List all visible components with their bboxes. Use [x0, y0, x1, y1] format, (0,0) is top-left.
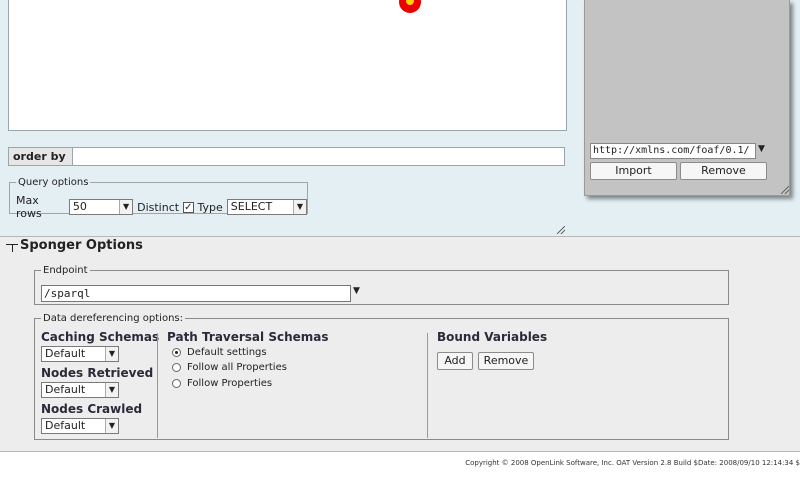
- order-by-field[interactable]: order by: [8, 147, 565, 166]
- dropdown-arrow-icon[interactable]: ▼: [758, 144, 765, 154]
- nodes-crawled-select[interactable]: Default ▼: [41, 418, 119, 434]
- path-option-label: Default settings: [187, 347, 267, 358]
- endpoint-group: Endpoint /sparql ▼: [34, 265, 729, 305]
- dropdown-arrow-icon[interactable]: ▼: [353, 286, 360, 296]
- query-editor-area: order by Query options Max rows 50 ▼ Dis…: [0, 0, 800, 236]
- resize-grip-icon[interactable]: [781, 186, 789, 194]
- type-label: Type: [197, 200, 223, 214]
- nodes-crawled-label: Nodes Crawled: [41, 402, 143, 416]
- remove-namespace-button[interactable]: Remove: [680, 162, 767, 180]
- data-dereferencing-group: Data dereferencing options: Caching Sche…: [34, 313, 729, 440]
- nodes-retrieved-value: Default: [45, 383, 86, 396]
- path-traversal-label: Path Traversal Schemas: [167, 330, 329, 344]
- resize-grip-icon[interactable]: [557, 226, 565, 234]
- nodes-retrieved-label: Nodes Retrieved: [41, 366, 154, 380]
- dropdown-arrow-icon: ▼: [105, 347, 118, 361]
- type-value: SELECT: [230, 200, 273, 213]
- sponger-options-header[interactable]: Sponger Options: [6, 238, 143, 253]
- column-divider: [157, 333, 158, 438]
- path-option-follow[interactable]: Follow Properties: [172, 378, 272, 389]
- data-dereferencing-legend: Data dereferencing options:: [43, 313, 183, 324]
- path-option-follow-all[interactable]: Follow all Properties: [172, 362, 287, 373]
- path-option-label: Follow all Properties: [187, 362, 287, 373]
- caching-schemas-value: Default: [45, 347, 86, 360]
- add-variable-button[interactable]: Add: [437, 352, 473, 370]
- namespace-input[interactable]: http://xmlns.com/foaf/0.1/: [590, 143, 756, 159]
- bound-variables-label: Bound Variables: [437, 330, 548, 344]
- path-option-default[interactable]: Default settings: [172, 347, 267, 358]
- nodes-retrieved-select[interactable]: Default ▼: [41, 382, 119, 398]
- collapse-toggle-icon[interactable]: [6, 240, 18, 252]
- import-button[interactable]: Import: [590, 162, 677, 180]
- order-by-label: order by: [9, 148, 73, 165]
- remove-variable-button[interactable]: Remove: [478, 352, 534, 370]
- max-rows-select[interactable]: 50 ▼: [68, 199, 134, 215]
- sponger-options-title: Sponger Options: [20, 238, 143, 253]
- query-options-legend: Query options: [18, 177, 89, 188]
- query-canvas[interactable]: [8, 0, 567, 131]
- distinct-label: Distinct: [137, 200, 180, 214]
- namespace-panel: http://xmlns.com/foaf/0.1/ ▼ Import Remo…: [584, 0, 790, 196]
- radio-icon[interactable]: [172, 379, 181, 388]
- type-select[interactable]: SELECT ▼: [226, 199, 307, 215]
- max-rows-label: Max rows: [16, 194, 42, 220]
- caching-schemas-label: Caching Schemas: [41, 330, 160, 344]
- dropdown-arrow-icon: ▼: [119, 200, 133, 214]
- graph-node-marker[interactable]: [399, 0, 421, 13]
- endpoint-input[interactable]: /sparql: [41, 285, 351, 302]
- dropdown-arrow-icon: ▼: [105, 383, 118, 397]
- distinct-checkbox[interactable]: ✓: [183, 201, 194, 213]
- copyright-footer: Copyright © 2008 OpenLink Software, Inc.…: [465, 459, 800, 467]
- radio-icon[interactable]: [172, 363, 181, 372]
- nodes-crawled-value: Default: [45, 419, 86, 432]
- dropdown-arrow-icon: ▼: [105, 419, 118, 433]
- endpoint-legend: Endpoint: [43, 265, 88, 276]
- caching-schemas-select[interactable]: Default ▼: [41, 346, 119, 362]
- query-options-group: Query options Max rows 50 ▼ Distinct ✓ T…: [9, 177, 308, 220]
- dropdown-arrow-icon: ▼: [292, 200, 306, 214]
- column-divider: [427, 333, 428, 438]
- max-rows-value: 50: [72, 200, 87, 213]
- path-option-label: Follow Properties: [187, 378, 273, 389]
- radio-selected-icon[interactable]: [172, 348, 181, 357]
- sponger-options-section: Sponger Options Endpoint /sparql ▼ Data …: [0, 236, 800, 452]
